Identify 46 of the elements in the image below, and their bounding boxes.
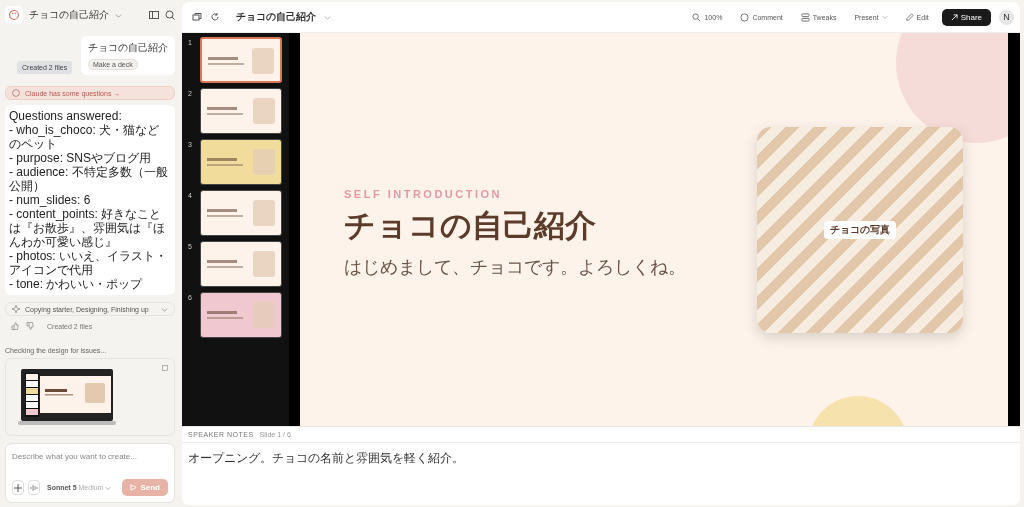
copy-icon[interactable] (192, 12, 202, 22)
answer-line: Questions answered: (9, 109, 123, 123)
chevron-down-icon (161, 305, 168, 313)
chevron-down-icon (881, 14, 888, 20)
waveform-icon (29, 483, 38, 492)
plus-icon (14, 483, 22, 492)
sparkle-icon (12, 305, 20, 313)
sidebar-toggle-icon[interactable] (149, 10, 159, 20)
arrow-icon (950, 13, 958, 21)
answer-line: - content_points: 好きなことは『お散歩』、雰囲気は『ほんわか可愛い感じ』 (9, 207, 166, 249)
answer-line: - who_is_choco: 犬・猫などのペット (9, 123, 161, 151)
slide-subtitle: はじめまして、チョコです。よろしくね。 (344, 256, 686, 279)
palette-logo-icon[interactable] (5, 6, 23, 24)
slide-title: チョコの自己紹介 (344, 207, 597, 245)
photo-label: チョコの写真 (824, 220, 896, 239)
answer-line: - photos: いいえ、イラスト・アイコンで代用 (9, 249, 169, 277)
add-button[interactable] (12, 480, 24, 495)
send-icon (130, 484, 138, 491)
pencil-icon (905, 13, 914, 21)
project-title[interactable]: チョコの自己紹介 (29, 8, 109, 22)
share-button[interactable]: Share (941, 8, 991, 26)
document-title[interactable]: チョコの自己紹介 (236, 10, 316, 24)
sliders-icon (800, 12, 810, 22)
slide-thumbnail[interactable] (200, 37, 282, 83)
answer-line: - audience: 不特定多数（一般公開） (9, 165, 169, 193)
prompt-input-field[interactable]: Describe what you want to create... (12, 450, 168, 463)
slide-thumbnail[interactable] (200, 190, 282, 236)
thumbs-up-icon[interactable] (11, 322, 19, 330)
user-avatar[interactable]: N (999, 9, 1014, 25)
answer-line: - tone: かわいい・ポップ (9, 277, 144, 291)
answer-line: - num_slides: 6 (9, 193, 92, 207)
slide-eyebrow: SELF INTRODUCTION (344, 188, 503, 200)
slide-thumbnail[interactable] (200, 241, 282, 287)
slide-thumbnail[interactable] (200, 139, 282, 185)
search-icon (692, 12, 702, 22)
slide-thumbnail[interactable] (200, 88, 282, 134)
refresh-icon[interactable] (210, 12, 220, 22)
answer-line: - purpose: SNSやブログ用 (9, 151, 153, 165)
help-circle-icon (12, 89, 20, 97)
user-message-text: チョコの自己紹介 (88, 41, 168, 55)
speaker-notes-text: オープニング。チョコの名前と雰囲気を軽く紹介。 (187, 450, 465, 467)
chevron-down-icon (105, 484, 112, 491)
thumbs-down-icon[interactable] (26, 322, 34, 330)
preview-card[interactable] (5, 358, 175, 436)
slide-thumbnail[interactable] (200, 292, 282, 338)
comment-icon (740, 12, 750, 22)
